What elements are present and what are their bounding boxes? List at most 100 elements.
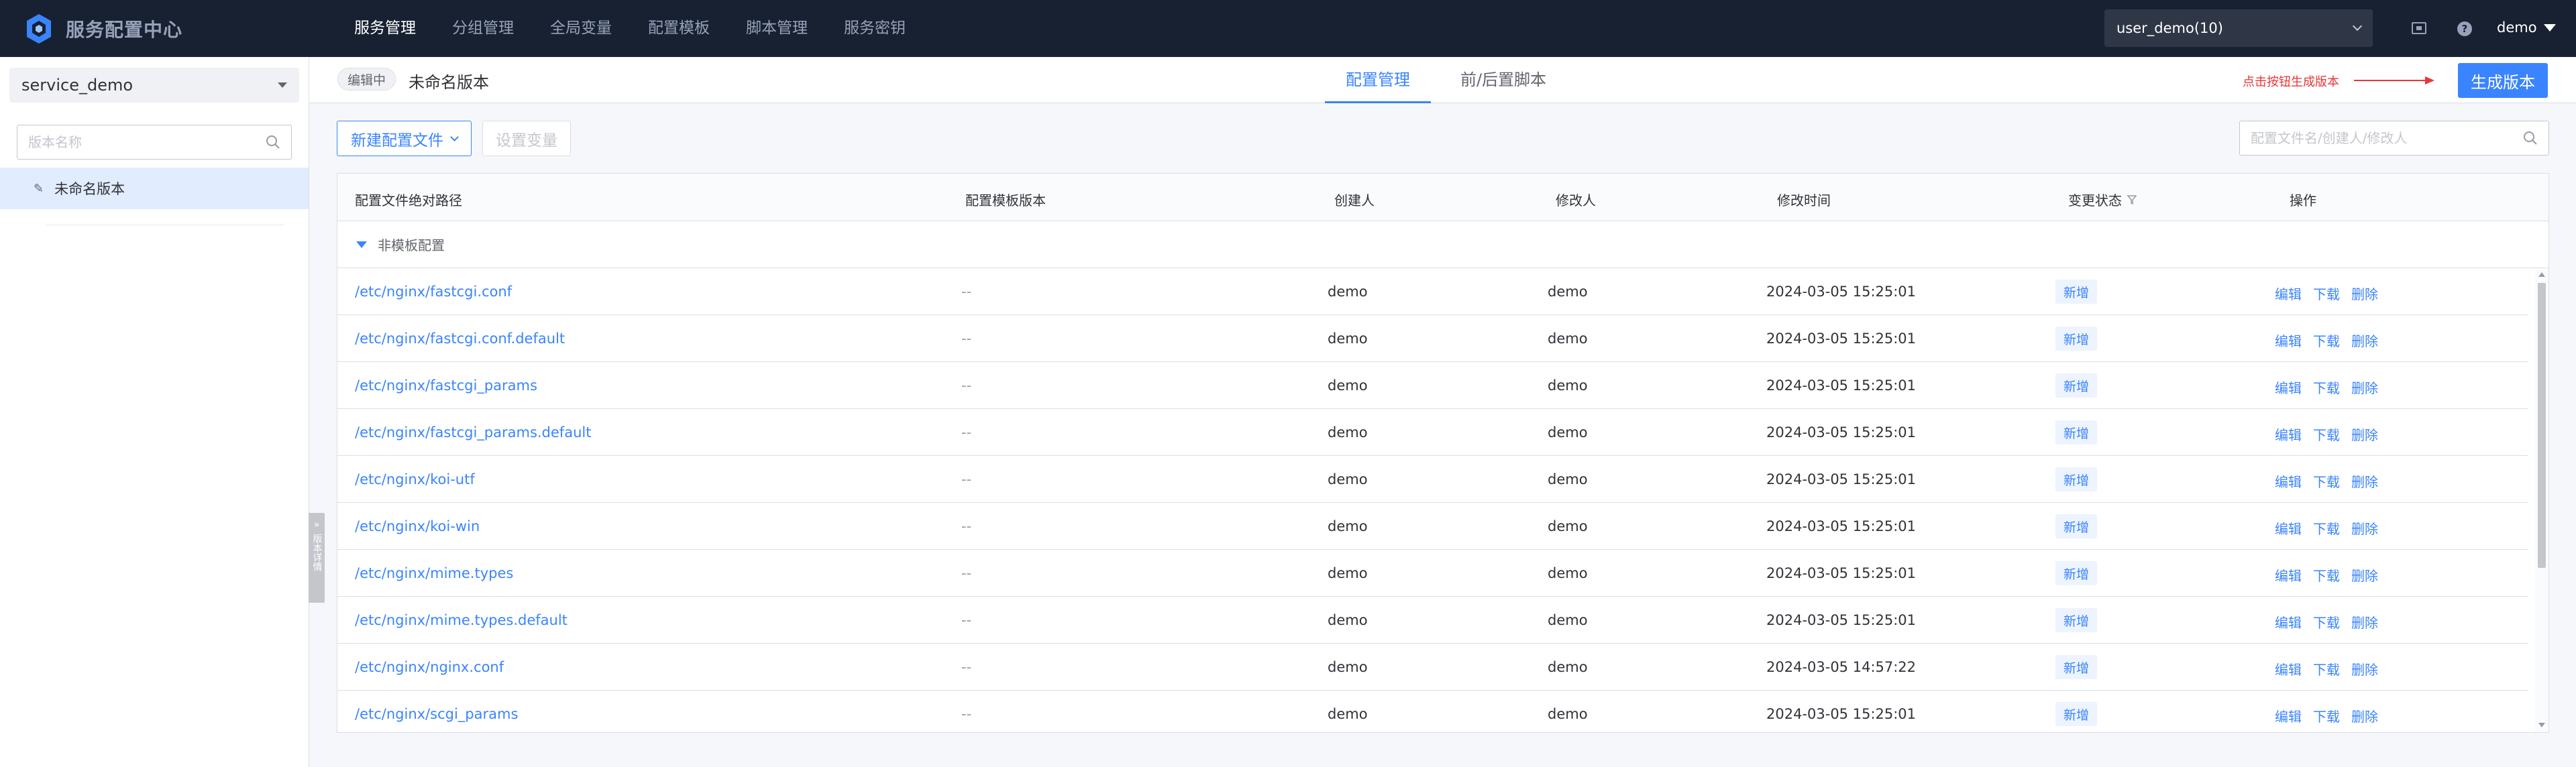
edit-link[interactable]: 编辑 xyxy=(2275,471,2302,491)
table-row[interactable]: /etc/nginx/fastcgi.conf.default -- demo dem… xyxy=(337,315,2528,362)
delete-link[interactable]: 删除 xyxy=(2351,565,2378,585)
config-file-path-link[interactable]: /etc/nginx/mime.types xyxy=(355,565,513,581)
download-link[interactable]: 下载 xyxy=(2313,612,2340,632)
search-icon[interactable] xyxy=(266,135,280,150)
modifier-cell: demo xyxy=(1548,284,1588,300)
version-search-input[interactable] xyxy=(28,134,266,150)
delete-link[interactable]: 删除 xyxy=(2351,518,2378,538)
table-row[interactable]: /etc/nginx/koi-utf -- demo demo 2024-03-05 1… xyxy=(337,456,2528,503)
edit-link[interactable]: 编辑 xyxy=(2275,284,2302,303)
status-tag: 编辑中 xyxy=(337,68,396,91)
tab-config-management[interactable]: 配置管理 xyxy=(1325,57,1431,103)
edit-link[interactable]: 编辑 xyxy=(2275,424,2302,444)
delete-link[interactable]: 删除 xyxy=(2351,471,2378,491)
table-row[interactable]: /etc/nginx/scgi_params -- demo demo 2024-03-… xyxy=(337,691,2528,732)
column-header-change-status[interactable]: 变更状态 xyxy=(2068,190,2137,209)
delete-link[interactable]: 删除 xyxy=(2351,284,2378,303)
delete-link[interactable]: 删除 xyxy=(2351,659,2378,678)
set-variable-button[interactable]: 设置变量 xyxy=(482,121,571,156)
delete-link[interactable]: 删除 xyxy=(2351,612,2378,632)
edit-link[interactable]: 编辑 xyxy=(2275,377,2302,397)
version-search[interactable] xyxy=(17,125,292,160)
config-file-search[interactable] xyxy=(2239,121,2549,156)
scrollbar-thumb[interactable] xyxy=(2538,283,2546,568)
scroll-up-arrow-icon[interactable] xyxy=(2538,272,2545,277)
search-icon[interactable] xyxy=(2523,131,2538,145)
edit-link[interactable]: 编辑 xyxy=(2275,706,2302,725)
edit-link[interactable]: 编辑 xyxy=(2275,565,2302,585)
config-file-path-link[interactable]: /etc/nginx/scgi_params xyxy=(355,706,518,722)
group-label: 非模板配置 xyxy=(378,237,445,253)
creator-cell: demo xyxy=(1328,331,1368,347)
nav-item-service-management[interactable]: 服务管理 xyxy=(354,0,416,57)
nav-item-group-management[interactable]: 分组管理 xyxy=(452,0,514,57)
brand[interactable]: 服务配置中心 xyxy=(25,13,354,45)
modified-time-cell: 2024-03-05 15:25:01 xyxy=(1766,612,1917,628)
config-file-path-link[interactable]: /etc/nginx/fastcgi_params xyxy=(355,377,537,394)
config-file-search-input[interactable] xyxy=(2251,130,2523,146)
table-row[interactable]: /etc/nginx/fastcgi_params.default -- demo d… xyxy=(337,409,2528,456)
config-file-path-link[interactable]: /etc/nginx/fastcgi_params.default xyxy=(355,424,591,440)
new-config-file-label: 新建配置文件 xyxy=(351,131,443,150)
scroll-down-arrow-icon[interactable] xyxy=(2538,723,2545,727)
modifier-cell: demo xyxy=(1548,377,1588,394)
version-header: 编辑中 未命名版本 配置管理 前/后置脚本 点击按钮生成版本 生成版本 xyxy=(309,57,2576,103)
tab-pre-post-script[interactable]: 前/后置脚本 xyxy=(1444,57,1562,103)
download-link[interactable]: 下载 xyxy=(2313,518,2340,538)
config-file-path-link[interactable]: /etc/nginx/nginx.conf xyxy=(355,659,504,675)
template-version-cell: -- xyxy=(961,518,972,534)
download-link[interactable]: 下载 xyxy=(2313,565,2340,585)
download-link[interactable]: 下载 xyxy=(2313,659,2340,678)
screen-icon[interactable] xyxy=(2410,19,2428,38)
template-version-cell: -- xyxy=(961,377,972,394)
version-item-unnamed[interactable]: ✎ 未命名版本 xyxy=(0,168,309,209)
delete-link[interactable]: 删除 xyxy=(2351,424,2378,444)
download-link[interactable]: 下载 xyxy=(2313,284,2340,303)
nav-item-global-variables[interactable]: 全局变量 xyxy=(550,0,612,57)
table-row[interactable]: /etc/nginx/mime.types -- demo demo 2024-03-0… xyxy=(337,550,2528,597)
delete-link[interactable]: 删除 xyxy=(2351,331,2378,350)
download-link[interactable]: 下载 xyxy=(2313,331,2340,350)
delete-link[interactable]: 删除 xyxy=(2351,377,2378,397)
edit-link[interactable]: 编辑 xyxy=(2275,612,2302,632)
edit-link[interactable]: 编辑 xyxy=(2275,518,2302,538)
edit-link[interactable]: 编辑 xyxy=(2275,659,2302,678)
creator-cell: demo xyxy=(1328,706,1368,722)
config-file-path-link[interactable]: /etc/nginx/koi-utf xyxy=(355,471,475,487)
filter-icon[interactable] xyxy=(2127,194,2137,204)
new-config-file-button[interactable]: 新建配置文件 xyxy=(337,121,472,156)
user-menu[interactable]: demo xyxy=(2497,19,2556,36)
table-row[interactable]: /etc/nginx/koi-win -- demo demo 2024-03-05 1… xyxy=(337,503,2528,550)
config-file-path-link[interactable]: /etc/nginx/fastcgi.conf.default xyxy=(355,331,565,347)
table-scrollbar[interactable] xyxy=(2535,268,2548,732)
version-detail-toggle[interactable]: » 版本详情 xyxy=(309,513,325,603)
edit-link[interactable]: 编辑 xyxy=(2275,331,2302,350)
config-file-path-link[interactable]: /etc/nginx/mime.types.default xyxy=(355,612,568,628)
business-select[interactable]: user_demo(10) xyxy=(2104,9,2373,47)
download-link[interactable]: 下载 xyxy=(2313,706,2340,725)
row-actions: 编辑 下载 删除 xyxy=(2275,518,2390,538)
table-row[interactable]: /etc/nginx/fastcgi.conf -- demo demo 2024-03… xyxy=(337,268,2528,315)
generate-version-button[interactable]: 生成版本 xyxy=(2458,63,2548,98)
config-file-path-link[interactable]: /etc/nginx/fastcgi.conf xyxy=(355,284,512,300)
table-row[interactable]: /etc/nginx/nginx.conf -- demo demo 2024-03-0… xyxy=(337,644,2528,691)
table-row[interactable]: /etc/nginx/mime.types.default -- demo demo 2… xyxy=(337,597,2528,644)
change-status-badge: 新增 xyxy=(2055,327,2098,351)
group-row-non-template[interactable]: 非模板配置 xyxy=(337,221,2548,268)
expand-triangle-icon[interactable] xyxy=(356,241,367,248)
service-select[interactable]: service_demo xyxy=(9,68,299,103)
download-link[interactable]: 下载 xyxy=(2313,377,2340,397)
table-row[interactable]: /etc/nginx/fastcgi_params -- demo demo 2024-… xyxy=(337,362,2528,409)
change-status-badge: 新增 xyxy=(2055,702,2098,726)
delete-link[interactable]: 删除 xyxy=(2351,706,2378,725)
nav-item-service-keys[interactable]: 服务密钥 xyxy=(844,0,906,57)
nav-item-config-templates[interactable]: 配置模板 xyxy=(648,0,710,57)
row-actions: 编辑 下载 删除 xyxy=(2275,471,2390,491)
help-icon[interactable]: ? xyxy=(2455,19,2474,38)
nav-item-script-management[interactable]: 脚本管理 xyxy=(746,0,808,57)
download-link[interactable]: 下载 xyxy=(2313,424,2340,444)
double-chevron-right-icon: » xyxy=(313,520,320,530)
download-link[interactable]: 下载 xyxy=(2313,471,2340,491)
config-file-path-link[interactable]: /etc/nginx/koi-win xyxy=(355,518,480,534)
modified-time-cell: 2024-03-05 15:25:01 xyxy=(1766,518,1917,534)
